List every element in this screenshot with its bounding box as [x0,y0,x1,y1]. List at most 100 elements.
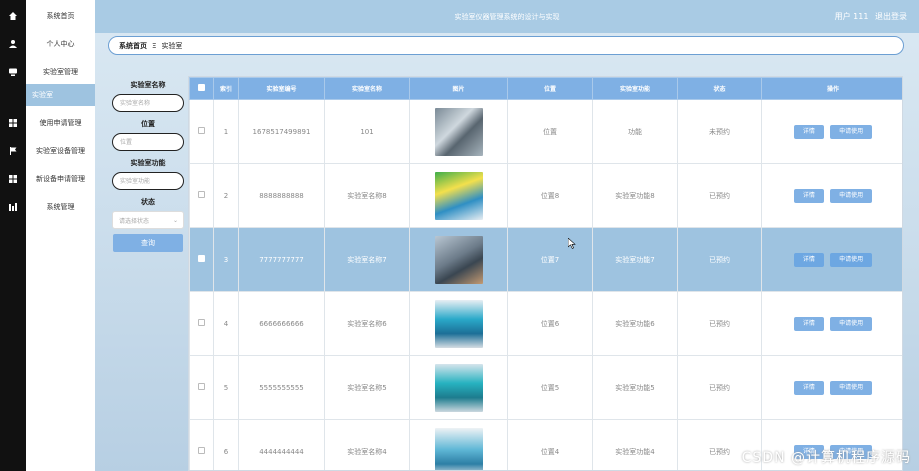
user-icon[interactable] [0,30,26,58]
row-checkbox[interactable] [198,319,205,326]
sidebar-item-system-management[interactable]: 系统管理 [26,193,95,221]
apply-use-button[interactable]: 申请使用 [830,380,873,395]
cell-code: 8888888888 [238,163,325,228]
cell-function: 实验室功能5 [592,355,678,420]
location-input[interactable] [112,133,184,151]
table-row[interactable]: 3 7777777777 实验室名称7 位置7 实验室功能7 已预约 详情 申请… [189,227,902,292]
cell-function: 功能 [592,99,678,164]
table-row[interactable]: 2 8888888888 实验室名称8 位置8 实验室功能8 已预约 详情 申请… [189,163,902,228]
location-label: 位置 [141,120,155,128]
column-header-status: 状态 [677,77,762,100]
status-select[interactable]: 请选择状态 ⌄ [112,211,184,229]
cell-status: 已预约 [677,291,762,356]
apply-use-button[interactable]: 申请使用 [830,188,873,203]
app-title: 实验室仪器管理系统的设计与实现 [454,13,560,21]
lab-name-input[interactable] [112,94,184,112]
apply-use-button[interactable]: 申请使用 [830,316,873,331]
table-row[interactable]: 5 5555555555 实验室名称5 位置5 实验室功能5 已预约 详情 申请… [189,355,902,420]
cell-location: 位置5 [507,355,593,420]
detail-button[interactable]: 详情 [793,316,824,331]
sidebar-item-personal-center[interactable]: 个人中心 [26,30,95,58]
column-header-name: 实验室名称 [324,77,410,100]
breadcrumb-separator: Ξ [152,41,157,50]
apps-icon[interactable] [0,109,26,137]
row-checkbox[interactable] [198,127,205,134]
cell-status: 已预约 [677,355,762,420]
cell-index: 6 [213,419,239,470]
sidebar-item-home[interactable]: 系统首页 [26,2,95,30]
column-header-actions: 操作 [761,77,902,100]
lab-image [434,299,483,348]
row-checkbox[interactable] [198,191,205,198]
cell-name: 101 [324,99,410,164]
select-all-checkbox[interactable] [198,84,205,91]
row-checkbox[interactable] [198,255,205,262]
sidebar-item-lab[interactable]: 实验室 [26,84,95,106]
cell-function: 实验室功能4 [592,419,678,470]
cell-index: 4 [213,291,239,356]
cell-index: 3 [213,227,239,292]
table-row[interactable]: 4 6666666666 实验室名称6 位置6 实验室功能6 已预约 详情 申请… [189,291,902,356]
row-checkbox-cell[interactable] [189,163,214,228]
logout-link[interactable]: 退出登录 [875,12,907,21]
mouse-cursor-icon [568,238,576,249]
row-checkbox-cell[interactable] [189,419,214,470]
select-all-cell[interactable] [189,77,214,100]
cell-code: 1678517499891 [238,99,325,164]
home-icon[interactable] [0,2,26,30]
sidebar-item-usage-applications[interactable]: 使用申请管理 [26,109,95,137]
cell-function: 实验室功能7 [592,227,678,292]
cell-name: 实验室名称8 [324,163,410,228]
status-label: 状态 [141,198,155,206]
cell-code: 4444444444 [238,419,325,470]
lab-name-label: 实验室名称 [130,81,166,89]
lab-function-label: 实验室功能 [130,159,166,167]
cell-image [409,163,508,228]
row-checkbox-cell[interactable] [189,99,214,164]
grid-icon[interactable] [0,165,26,193]
search-button[interactable]: 查询 [113,234,183,252]
cell-name: 实验室名称6 [324,291,410,356]
cell-location: 位置8 [507,163,593,228]
breadcrumb-home[interactable]: 系统首页 [119,41,147,51]
cell-name: 实验室名称4 [324,419,410,470]
sidebar-item-new-equipment-applications[interactable]: 新设备申请管理 [26,165,95,193]
lab-image [434,235,483,284]
cell-image [409,99,508,164]
user-area: 用户 111 退出登录 [831,11,907,22]
sidebar-item-equipment-management[interactable]: 实验室设备管理 [26,137,95,165]
row-checkbox-cell[interactable] [189,355,214,420]
cell-image [409,291,508,356]
detail-button[interactable]: 详情 [793,124,824,139]
column-header-index: 索引 [213,77,239,100]
lab-image [434,171,483,220]
row-checkbox[interactable] [198,447,205,454]
apply-use-button[interactable]: 申请使用 [830,252,873,267]
detail-button[interactable]: 详情 [793,380,824,395]
cell-location: 位置4 [507,419,593,470]
cell-location: 位置 [507,99,593,164]
column-header-image: 图片 [409,77,508,100]
top-header: 实验室仪器管理系统的设计与实现 用户 111 退出登录 [95,0,919,33]
table-row[interactable]: 1 1678517499891 101 位置 功能 未预约 详情 申请使用 [189,99,902,164]
detail-button[interactable]: 详情 [793,252,824,267]
lab-icon[interactable] [0,58,26,86]
cell-code: 6666666666 [238,291,325,356]
cell-function: 实验室功能8 [592,163,678,228]
flag-icon[interactable] [0,137,26,165]
row-checkbox-cell[interactable] [189,291,214,356]
chart-icon[interactable] [0,193,26,221]
breadcrumb-current: 实验室 [161,41,183,50]
cell-location: 位置6 [507,291,593,356]
sidebar-item-lab-management[interactable]: 实验室管理 [26,58,95,86]
lab-function-input[interactable] [112,172,184,190]
apply-use-button[interactable]: 申请使用 [830,124,873,139]
cell-status: 已预约 [677,227,762,292]
row-checkbox-cell[interactable] [189,227,214,292]
row-checkbox[interactable] [198,383,205,390]
detail-button[interactable]: 详情 [793,188,824,203]
watermark: CSDN @计算机程序源码 [741,450,911,466]
cell-image [409,419,508,470]
lab-image [434,427,483,470]
cell-index: 2 [213,163,239,228]
